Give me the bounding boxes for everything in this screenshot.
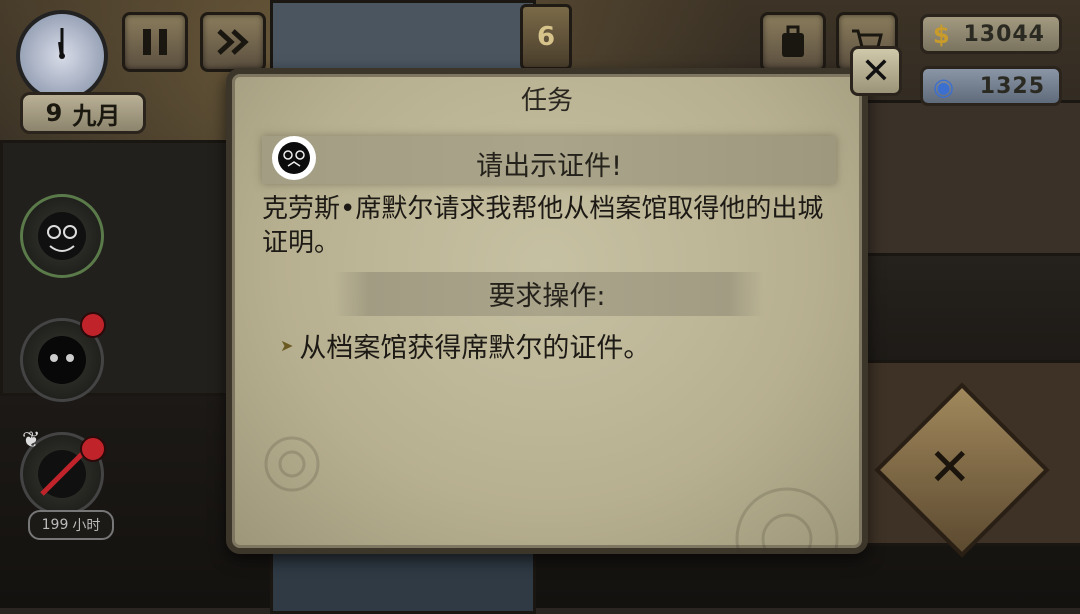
background-room bbox=[860, 100, 1080, 256]
timer-badge: 199 小时 bbox=[28, 510, 114, 540]
requirement-header: 要求操作: bbox=[488, 281, 606, 312]
alert-badge bbox=[80, 436, 106, 462]
requirement-item: ➤ 从档案馆获得席默尔的证件。 bbox=[280, 326, 650, 365]
fast-forward-icon bbox=[217, 29, 249, 55]
clock-icon bbox=[16, 10, 108, 102]
token-value: 1325 bbox=[979, 73, 1045, 99]
bag-icon bbox=[782, 25, 804, 57]
laurel-icon: ❦ bbox=[22, 428, 41, 453]
money-counter: $ 13044 bbox=[920, 14, 1062, 54]
inventory-button[interactable] bbox=[760, 12, 826, 72]
timer-hours: 199 bbox=[41, 517, 69, 533]
money-value: 13044 bbox=[963, 21, 1045, 47]
timer-unit: 小时 bbox=[72, 518, 101, 534]
quest-title-banner: 请出示证件! bbox=[262, 136, 836, 184]
close-button[interactable]: ✕ bbox=[850, 46, 902, 96]
background-room bbox=[270, 0, 536, 76]
dialog-title: 任务 bbox=[520, 86, 573, 116]
date-month: 九月 bbox=[72, 101, 121, 130]
quest-description: 克劳斯•席默尔请求我帮他从档案馆取得他的出城证明。 bbox=[262, 194, 824, 258]
requirement-text: 从档案馆获得席默尔的证件。 bbox=[299, 333, 651, 364]
arrow-bullet-icon: ➤ bbox=[280, 336, 294, 355]
gear-watermark-icon bbox=[735, 487, 839, 554]
token-counter: ◉ 1325 bbox=[920, 66, 1062, 106]
date-display: 9 九月 bbox=[20, 92, 146, 134]
dollar-icon: $ bbox=[933, 21, 951, 49]
hammer-wrench-icon: ✕ bbox=[928, 438, 972, 498]
pause-button[interactable] bbox=[122, 12, 188, 72]
quest-dialog: 任务 请出示证件! 克劳斯•席默尔请求我帮他从档案馆取得他的出城证明。 要求操作… bbox=[226, 68, 868, 554]
close-icon: ✕ bbox=[860, 50, 892, 92]
alert-badge bbox=[80, 312, 106, 338]
pause-icon bbox=[143, 29, 167, 55]
fast-forward-button[interactable] bbox=[200, 12, 266, 72]
quest-giver-avatar bbox=[272, 136, 316, 180]
gear-watermark-icon bbox=[264, 436, 320, 492]
tenant-portrait-1[interactable] bbox=[20, 194, 104, 278]
tenant-face-icon bbox=[38, 336, 86, 384]
portrait-icon bbox=[278, 142, 310, 174]
tenant-face-icon bbox=[38, 212, 86, 260]
token-icon: ◉ bbox=[933, 73, 955, 101]
date-day: 9 bbox=[45, 99, 63, 127]
floor-indicator: 6 bbox=[520, 4, 572, 70]
quest-title: 请出示证件! bbox=[476, 151, 622, 182]
floor-number: 6 bbox=[536, 22, 556, 52]
background-room bbox=[270, 550, 536, 614]
